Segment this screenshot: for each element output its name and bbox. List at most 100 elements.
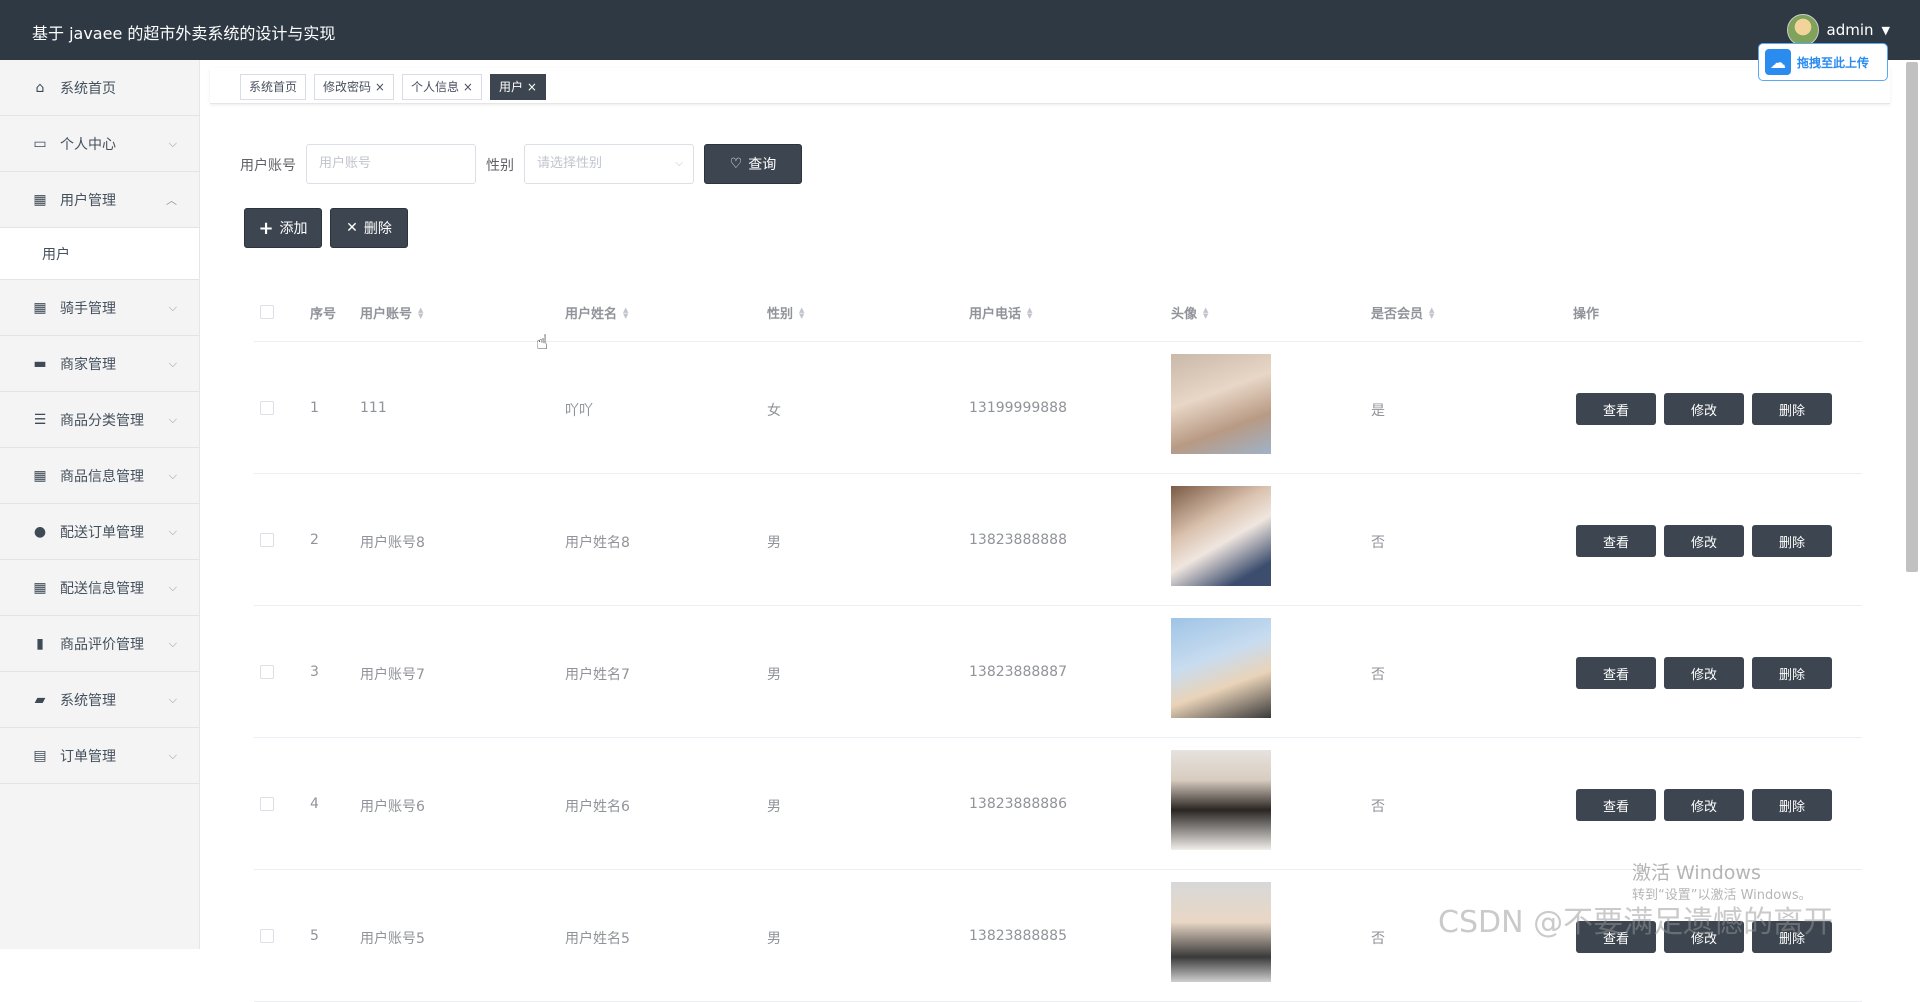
edit-button[interactable]: 修改 xyxy=(1664,789,1744,821)
sort-icon[interactable]: ▲ ▼ xyxy=(1429,306,1434,319)
sidebar-item-label: 商家管理 xyxy=(60,356,116,373)
heart-icon: ♡ xyxy=(729,156,743,172)
user-menu[interactable]: admin ▼ xyxy=(1786,14,1890,46)
pin-icon: ● xyxy=(33,523,47,540)
batch-delete-button[interactable]: ✕ 删除 xyxy=(330,208,408,248)
ticket-icon: ▰ xyxy=(34,691,46,708)
cell-member: 否 xyxy=(1371,667,1385,683)
chevron-down-icon[interactable]: ▼ xyxy=(1882,24,1890,37)
chevron-down-icon: ⌵ xyxy=(168,468,177,482)
csdn-watermark: CSDN @不要满足遗憾的离开 xyxy=(1438,905,1834,940)
sidebar-item-label: 配送订单管理 xyxy=(60,524,144,541)
row-checkbox[interactable] xyxy=(260,665,274,679)
cell-account: 用户账号6 xyxy=(360,799,425,815)
chevron-down-icon: ⌵ xyxy=(168,748,177,762)
cell-phone: 13823888885 xyxy=(969,928,1067,944)
app-title: 基于 javaee 的超市外卖系统的设计与实现 xyxy=(32,24,336,43)
row-checkbox[interactable] xyxy=(260,401,274,415)
avatar[interactable] xyxy=(1786,14,1819,46)
tag-personal-info[interactable]: 个人信息 × xyxy=(402,74,482,100)
sidebar-item-products[interactable]: ▦ 商品信息管理 ⌵ xyxy=(0,448,199,504)
col-avatar[interactable]: 头像 ▲ ▼ xyxy=(1171,303,1208,322)
chevron-down-icon: ⌵ xyxy=(168,636,177,650)
upload-button[interactable]: ☁ 拖拽至此上传 xyxy=(1758,43,1888,81)
sidebar-item-riders[interactable]: ▦ 骑手管理 ⌵ xyxy=(0,280,199,336)
col-name[interactable]: 用户姓名 ▲ ▼ xyxy=(565,303,628,322)
plus-icon: + xyxy=(258,217,274,239)
chevron-down-icon: ⌵ xyxy=(168,524,177,538)
row-checkbox[interactable] xyxy=(260,929,274,943)
sidebar-item-label: 订单管理 xyxy=(60,748,116,765)
sidebar-item-label: 商品分类管理 xyxy=(60,412,144,429)
sidebar-item-label: 个人中心 xyxy=(60,136,116,153)
cell-gender: 男 xyxy=(767,535,781,551)
cell-member: 是 xyxy=(1371,403,1385,419)
sidebar-item-label: 骑手管理 xyxy=(60,300,116,317)
chevron-up-icon: ︿ xyxy=(166,193,177,207)
clipboard-icon: ▤ xyxy=(33,747,47,764)
sidebar-item-merchants[interactable]: ▬ 商家管理 ⌵ xyxy=(0,336,199,392)
view-button[interactable]: 查看 xyxy=(1576,657,1656,689)
row-checkbox[interactable] xyxy=(260,533,274,547)
select-all-checkbox[interactable] xyxy=(260,305,274,319)
cell-name: 吖吖 xyxy=(565,403,593,419)
sidebar-item-categories[interactable]: ☰ 商品分类管理 ⌵ xyxy=(0,392,199,448)
delete-button[interactable]: 删除 xyxy=(1752,789,1832,821)
cell-account: 用户账号7 xyxy=(360,667,425,683)
delete-button[interactable]: 删除 xyxy=(1752,657,1832,689)
sort-icon[interactable]: ▲ ▼ xyxy=(623,306,628,319)
sidebar-item-reviews[interactable]: ▮ 商品评价管理 ⌵ xyxy=(0,616,199,672)
delete-button[interactable]: 删除 xyxy=(1752,393,1832,425)
tag-change-password[interactable]: 修改密码 × xyxy=(314,74,394,100)
sort-icon[interactable]: ▲ ▼ xyxy=(1027,306,1032,319)
tag-home[interactable]: 系统首页 xyxy=(240,74,307,100)
sort-icon[interactable]: ▲ ▼ xyxy=(799,306,804,319)
briefcase-icon: ▬ xyxy=(33,355,47,372)
book-icon: ▮ xyxy=(36,635,44,652)
edit-button[interactable]: 修改 xyxy=(1664,657,1744,689)
delete-button[interactable]: 删除 xyxy=(1752,525,1832,557)
sort-icon[interactable]: ▲ ▼ xyxy=(1203,306,1208,319)
col-member[interactable]: 是否会员 ▲ ▼ xyxy=(1371,303,1434,322)
sidebar-item-system[interactable]: ▰ 系统管理 ⌵ xyxy=(0,672,199,728)
home-icon: ⌂ xyxy=(35,79,45,96)
cell-phone: 13199999888 xyxy=(969,400,1067,416)
sidebar-item-delivery-info[interactable]: ▦ 配送信息管理 ⌵ xyxy=(0,560,199,616)
close-icon: ✕ xyxy=(346,220,358,236)
sort-icon[interactable]: ▲ ▼ xyxy=(418,306,423,319)
user-photo xyxy=(1171,618,1271,718)
account-label: 用户账号 xyxy=(240,158,296,174)
sidebar-item-users[interactable]: ▦ 用户管理 ︿ xyxy=(0,172,199,228)
sidebar-item-home[interactable]: ⌂ 系统首页 xyxy=(0,60,199,116)
view-button[interactable]: 查看 xyxy=(1576,525,1656,557)
col-gender[interactable]: 性别 ▲ ▼ xyxy=(767,303,804,322)
account-input[interactable]: 用户账号 xyxy=(306,144,476,184)
col-phone[interactable]: 用户电话 ▲ ▼ xyxy=(969,303,1032,322)
gender-select[interactable]: 请选择性别 ⌵ xyxy=(524,144,694,184)
view-button[interactable]: 查看 xyxy=(1576,789,1656,821)
view-button[interactable]: 查看 xyxy=(1576,393,1656,425)
tag-user[interactable]: 用户 × xyxy=(490,74,546,100)
edit-button[interactable]: 修改 xyxy=(1664,525,1744,557)
cell-gender: 女 xyxy=(767,403,781,419)
delete-label: 删除 xyxy=(363,221,392,237)
sidebar-item-delivery-orders[interactable]: ● 配送订单管理 ⌵ xyxy=(0,504,199,560)
chevron-down-icon: ⌵ xyxy=(168,580,177,594)
cell-phone: 13823888887 xyxy=(969,664,1067,680)
query-button[interactable]: ♡ 查询 xyxy=(704,144,802,184)
cell-index: 2 xyxy=(310,532,319,548)
cell-member: 否 xyxy=(1371,535,1385,551)
user-photo xyxy=(1171,750,1271,850)
col-account[interactable]: 用户账号 ▲ ▼ xyxy=(360,303,423,322)
scrollbar[interactable] xyxy=(1906,62,1918,572)
grid-icon: ▦ xyxy=(33,579,47,596)
row-checkbox[interactable] xyxy=(260,797,274,811)
top-bar: 基于 javaee 的超市外卖系统的设计与实现 admin ▼ xyxy=(0,0,1920,60)
add-button[interactable]: + 添加 xyxy=(244,208,322,248)
sidebar-item-personal[interactable]: ▭ 个人中心 ⌵ xyxy=(0,116,199,172)
sidebar-item-orders[interactable]: ▤ 订单管理 ⌵ xyxy=(0,728,199,784)
sidebar-subitem-user[interactable]: 用户 xyxy=(0,228,199,280)
edit-button[interactable]: 修改 xyxy=(1664,393,1744,425)
user-name[interactable]: admin xyxy=(1827,21,1874,39)
cell-index: 5 xyxy=(310,928,319,944)
